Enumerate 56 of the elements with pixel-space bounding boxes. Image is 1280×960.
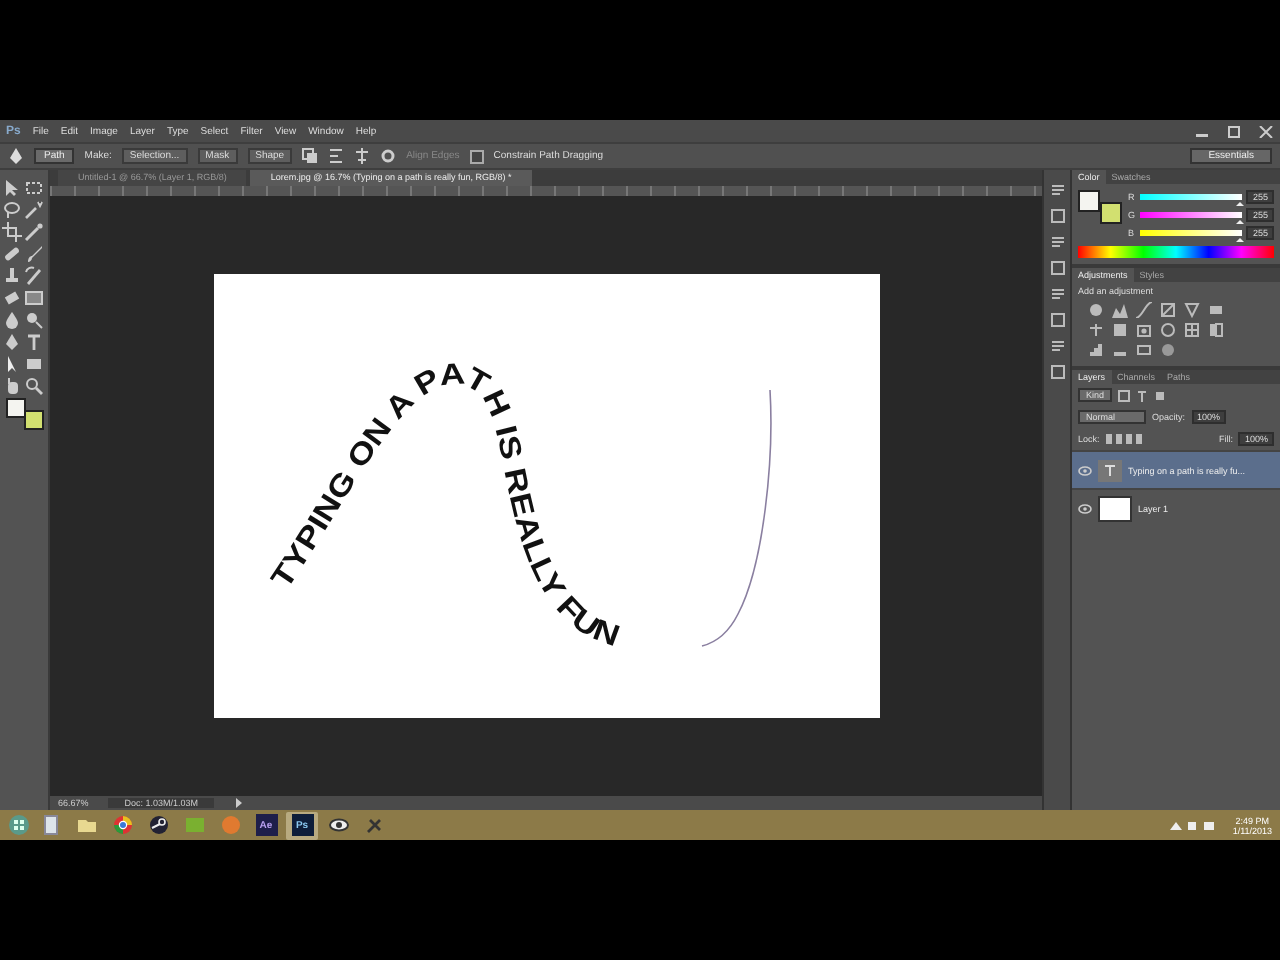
background-color-chip[interactable]	[1100, 202, 1122, 224]
hand-icon[interactable]	[2, 376, 22, 396]
move-arrow-icon[interactable]	[2, 178, 22, 198]
marquee-icon[interactable]	[24, 178, 44, 198]
dodge-icon[interactable]	[24, 310, 44, 330]
foreground-color-chip[interactable]	[1078, 190, 1100, 212]
close-icon[interactable]	[1258, 125, 1274, 137]
round-browser-icon	[111, 814, 133, 836]
image-filter-icon[interactable]	[1118, 389, 1131, 401]
rectangle-icon[interactable]	[24, 354, 44, 374]
lock-options-icon[interactable]	[1105, 434, 1142, 444]
stamp-icon[interactable]	[2, 266, 22, 286]
foreground-swatch[interactable]	[6, 398, 26, 418]
wand-icon[interactable]	[24, 200, 44, 220]
grid-icon[interactable]	[1184, 322, 1200, 338]
color-spectrum[interactable]	[1078, 246, 1274, 258]
path-operations-icon[interactable]	[302, 148, 319, 164]
pen-icon[interactable]	[8, 148, 24, 164]
levels-icon[interactable]	[1112, 302, 1128, 318]
eye-icon	[327, 814, 349, 836]
type-filter-icon[interactable]	[1136, 389, 1149, 401]
round-dark-icon	[147, 814, 169, 836]
constrain-checkbox[interactable]	[469, 149, 484, 163]
history-brush-icon[interactable]	[24, 266, 44, 286]
start-orb-icon[interactable]	[8, 814, 30, 836]
brush-icon[interactable]	[24, 244, 44, 264]
eye-icon[interactable]	[1078, 503, 1092, 513]
maximize-icon[interactable]	[1226, 125, 1242, 137]
round-app-icon	[219, 814, 241, 836]
arrow-icon[interactable]	[234, 798, 245, 808]
align-icon[interactable]	[328, 148, 345, 164]
camera-icon[interactable]	[1136, 322, 1152, 338]
pen-icon[interactable]	[2, 332, 22, 352]
tools-icon	[363, 814, 385, 836]
triangle-icon[interactable]	[1184, 302, 1200, 318]
background-swatch[interactable]	[24, 410, 44, 430]
type-icon[interactable]	[24, 332, 44, 352]
shape-filter-icon[interactable]	[1154, 389, 1167, 401]
eraser-icon[interactable]	[2, 288, 22, 308]
tray-icons[interactable]	[1168, 819, 1217, 831]
square-app-icon	[183, 814, 205, 836]
zoom-icon[interactable]	[24, 376, 44, 396]
document-icon	[39, 814, 61, 836]
layer-thumbnail	[1098, 495, 1132, 521]
color-slider[interactable]	[1140, 230, 1243, 236]
eye-icon[interactable]	[1078, 465, 1092, 475]
gradient-icon[interactable]	[24, 288, 44, 308]
drop-icon[interactable]	[2, 310, 22, 330]
curves-icon[interactable]	[1136, 302, 1152, 318]
eyedropper-icon[interactable]	[24, 222, 44, 242]
folder-icon	[75, 814, 97, 836]
color-slider[interactable]	[1140, 194, 1243, 200]
crop-icon[interactable]	[2, 222, 22, 242]
lasso-icon[interactable]	[2, 200, 22, 220]
color-slider[interactable]	[1140, 212, 1243, 218]
type-glyph-icon	[1104, 464, 1116, 476]
